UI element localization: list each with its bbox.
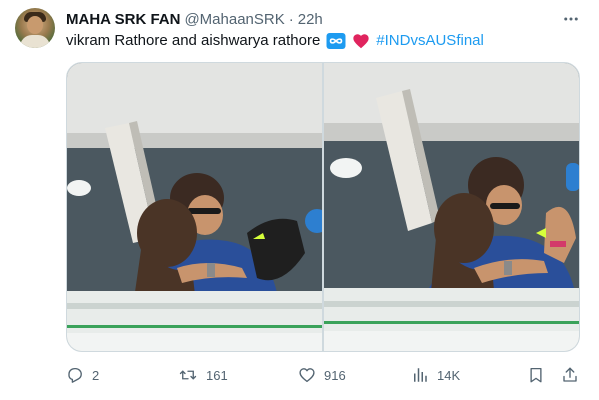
reply-button[interactable]: 2 bbox=[66, 362, 99, 388]
like-button[interactable]: 916 bbox=[298, 362, 346, 388]
share-button[interactable] bbox=[561, 362, 579, 388]
repost-icon bbox=[178, 366, 198, 384]
more-options-button[interactable] bbox=[560, 9, 582, 29]
tweet-actions: 2 161 916 14K bbox=[66, 362, 586, 388]
reply-icon bbox=[66, 366, 84, 384]
tweet-body: vikram Rathore and aishwarya rathore bbox=[66, 32, 321, 49]
repost-count: 161 bbox=[206, 367, 228, 383]
avatar[interactable] bbox=[15, 8, 55, 48]
views-button[interactable]: 14K bbox=[411, 362, 460, 388]
author-handle[interactable]: @MahaanSRK bbox=[184, 11, 284, 28]
tweet-text: vikram Rathore and aishwarya rathore #IN… bbox=[66, 31, 484, 51]
hashtag-link[interactable]: #INDvsAUSfinal bbox=[376, 31, 484, 51]
tweet-header: MAHA SRK FAN @MahaanSRK · 22h bbox=[66, 9, 323, 29]
bookmark-button[interactable] bbox=[527, 362, 545, 388]
more-horizontal-icon bbox=[564, 17, 578, 21]
share-icon bbox=[561, 366, 579, 384]
infinity-icon bbox=[326, 32, 346, 50]
views-bar-chart-icon bbox=[411, 366, 429, 384]
media-photo-1[interactable] bbox=[67, 63, 322, 351]
tweet-timestamp[interactable]: 22h bbox=[298, 11, 323, 28]
media-photo-2[interactable] bbox=[324, 63, 579, 351]
avatar-face bbox=[27, 16, 43, 34]
tweet-card[interactable]: MAHA SRK FAN @MahaanSRK · 22h vikram Rat… bbox=[0, 0, 599, 400]
header-separator: · bbox=[288, 10, 294, 28]
avatar-shirt bbox=[20, 35, 50, 48]
like-heart-icon bbox=[298, 366, 316, 384]
bookmark-icon bbox=[527, 366, 545, 384]
like-count: 916 bbox=[324, 367, 346, 383]
author-display-name[interactable]: MAHA SRK FAN bbox=[66, 11, 180, 28]
heart-icon bbox=[352, 33, 370, 49]
media-grid bbox=[66, 62, 580, 352]
repost-button[interactable]: 161 bbox=[178, 362, 228, 388]
reply-count: 2 bbox=[92, 367, 100, 383]
views-count: 14K bbox=[437, 367, 461, 383]
